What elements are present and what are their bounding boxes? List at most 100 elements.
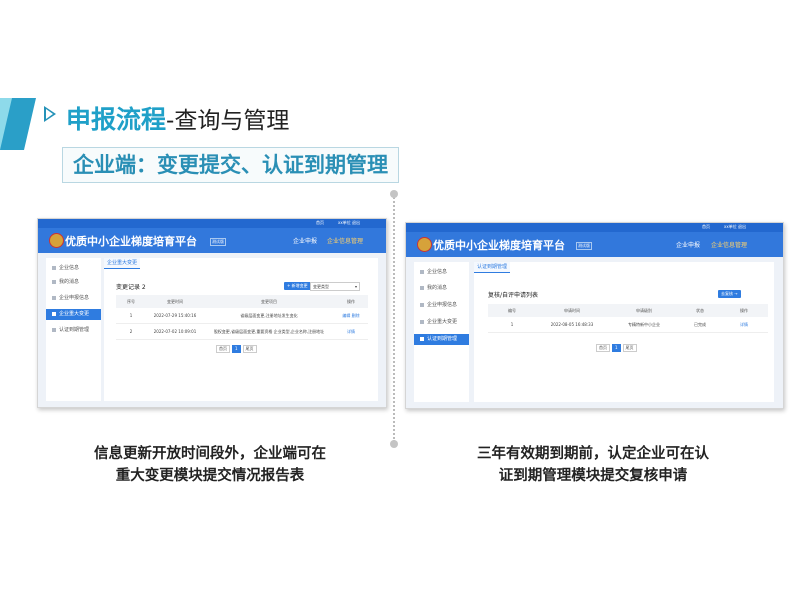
card-title: 变更记录 2 [116, 284, 146, 291]
sidebar-item-declare-info[interactable]: 企业申报信息 [414, 300, 469, 311]
platform-name: 优质中小企业梯度培育平台 [433, 239, 565, 252]
cell-no: 2 [116, 323, 146, 340]
column-header: 操作 [334, 295, 368, 308]
right-screenshot: 首页 xx单位 退出 优质中小企业梯度培育平台 测试版 企业申报 企业信息管理 … [405, 222, 784, 409]
top-bar: 首页 xx单位 退出 [406, 223, 783, 232]
app-body: 企业信息 我的消息 企业申报信息 企业重大变更 认证到期管理 认证到期管理 复核… [406, 257, 783, 408]
right-caption-line2: 证到期管理模块提交复核申请 [498, 468, 688, 484]
delete-link[interactable]: 删除 [352, 313, 360, 318]
table-header-row: 序号 变更时间 变更项目 操作 [116, 295, 368, 308]
card-title: 复核/自评申请列表 [488, 292, 539, 299]
right-caption-line1: 三年有效期到期前，认定企业可在认 [477, 446, 709, 462]
cell-time: 2022-08-05 16:48:33 [536, 317, 608, 333]
version-badge: 测试版 [210, 238, 226, 246]
sidebar-item-major-change[interactable]: 企业重大变更 [414, 317, 469, 328]
table-row: 1 2022-08-05 16:48:33 专精特新中小企业 已完成 详情 [488, 317, 768, 333]
sidebar-item-label: 企业申报信息 [59, 295, 90, 301]
pagination: 首页 1 尾页 [216, 345, 259, 353]
pager-first[interactable]: 首页 [216, 345, 230, 353]
tab-major-change[interactable]: 企业重大变更 [104, 258, 141, 269]
list-icon [420, 302, 424, 307]
pager-current[interactable]: 1 [612, 344, 621, 352]
chevron-down-icon: ▾ [354, 284, 357, 289]
list-icon [52, 295, 56, 300]
nav-enterprise-declare[interactable]: 企业申报 [293, 236, 317, 245]
sidebar-item-label: 企业信息 [59, 265, 80, 271]
nav-enterprise-declare[interactable]: 企业申报 [676, 240, 700, 249]
pager-last[interactable]: 尾页 [242, 345, 257, 353]
sidebar-item-label: 认证到期管理 [59, 327, 90, 333]
table-row: 1 2022-07-29 15:40:16 省级层面变更,注册地址发生变化 编辑… [116, 308, 368, 324]
cell-ops: 详情 [720, 317, 768, 333]
sidebar-item-major-change[interactable]: 企业重大变更 [46, 309, 101, 320]
column-header: 变更项目 [204, 295, 334, 308]
cell-time: 2022-07-29 15:40:16 [146, 308, 204, 324]
slide-subtitle: 企业端：变更提交、认证到期管理 [62, 147, 399, 183]
column-header: 操作 [720, 304, 768, 317]
pager-current[interactable]: 1 [232, 345, 241, 353]
table-header-row: 编号 申请时间 申请级别 状态 操作 [488, 304, 768, 317]
cell-ops: 详情 [334, 323, 368, 340]
sidebar-item-declare-info[interactable]: 企业申报信息 [46, 293, 101, 304]
sidebar: 企业信息 我的消息 企业申报信息 企业重大变更 认证到期管理 [46, 258, 101, 401]
sidebar-item-label: 我的消息 [59, 279, 80, 285]
sidebar-item-label: 认证到期管理 [427, 336, 458, 342]
detail-link[interactable]: 详情 [347, 329, 355, 334]
sidebar-item-info[interactable]: 企业信息 [414, 267, 469, 278]
change-type-select[interactable]: 变更类型 ▾ [310, 282, 360, 291]
add-change-button[interactable]: + 新增变更 [284, 282, 311, 290]
pager-first[interactable]: 首页 [596, 344, 610, 352]
edit-icon [420, 319, 424, 324]
right-caption: 三年有效期到期前，认定企业可在认 证到期管理模块提交复核申请 [423, 443, 763, 487]
doc-icon [420, 269, 424, 274]
review-button[interactable]: 去复核 → [718, 290, 741, 298]
change-table: 序号 变更时间 变更项目 操作 1 2022-07-29 15:40:16 省级… [116, 295, 368, 340]
cell-status: 已完成 [680, 317, 720, 333]
sidebar: 企业信息 我的消息 企业申报信息 企业重大变更 认证到期管理 [414, 262, 469, 402]
sidebar-item-label: 企业重大变更 [427, 319, 458, 325]
nav-enterprise-info[interactable]: 企业信息管理 [327, 236, 363, 245]
edit-icon [52, 311, 56, 316]
left-caption-line1: 信息更新开放时间段外，企业端可在 [94, 446, 326, 462]
sidebar-item-messages[interactable]: 我的消息 [46, 277, 101, 288]
home-link[interactable]: 首页 [316, 220, 324, 226]
column-header: 序号 [116, 295, 146, 308]
user-logout[interactable]: xx单位 退出 [338, 220, 360, 226]
cell-no: 1 [116, 308, 146, 324]
sidebar-item-cert-expiry[interactable]: 认证到期管理 [414, 334, 469, 345]
mail-icon [420, 285, 424, 290]
cell-no: 1 [488, 317, 536, 333]
top-bar: 首页 xx单位 退出 [38, 219, 386, 228]
home-link[interactable]: 首页 [702, 224, 710, 230]
cell-item: 股权变更,省级层面变更,重要资格 企业类型,企业名称,注册地址 [204, 323, 334, 340]
detail-link[interactable]: 详情 [740, 322, 748, 327]
table-row: 2 2022-07-02 10:09:01 股权变更,省级层面变更,重要资格 企… [116, 323, 368, 340]
column-header: 编号 [488, 304, 536, 317]
divider-dot-top [390, 190, 398, 198]
main-panel: 企业重大变更 变更记录 2 + 新增变更 变更类型 ▾ 序号 变更时间 变更项目… [104, 258, 378, 401]
sidebar-item-cert-expiry[interactable]: 认证到期管理 [46, 325, 101, 336]
nav-enterprise-info[interactable]: 企业信息管理 [711, 240, 747, 249]
cell-item: 省级层面变更,注册地址发生变化 [204, 308, 334, 324]
emblem-icon [417, 237, 432, 252]
left-caption-line2: 重大变更模块提交情况报告表 [115, 468, 305, 484]
select-value: 变更类型 [313, 284, 329, 289]
pager-last[interactable]: 尾页 [622, 344, 637, 352]
sidebar-item-label: 企业重大变更 [59, 311, 90, 317]
slide-title-suffix: -查询与管理 [166, 108, 290, 134]
emblem-icon [49, 233, 64, 248]
user-logout[interactable]: xx单位 退出 [724, 224, 746, 230]
app-body: 企业信息 我的消息 企业申报信息 企业重大变更 认证到期管理 企业重大变更 变更… [38, 253, 386, 407]
sidebar-item-label: 我的消息 [427, 285, 448, 291]
tab-cert-expiry[interactable]: 认证到期管理 [474, 262, 511, 273]
column-header: 申请时间 [536, 304, 608, 317]
flag-icon [52, 327, 56, 332]
edit-link[interactable]: 编辑 [342, 313, 350, 318]
flag-icon [420, 336, 424, 341]
vertical-divider [393, 194, 395, 442]
sidebar-item-info[interactable]: 企业信息 [46, 263, 101, 274]
left-caption: 信息更新开放时间段外，企业端可在 重大变更模块提交情况报告表 [40, 443, 380, 487]
pagination: 首页 1 尾页 [596, 344, 639, 352]
sidebar-item-messages[interactable]: 我的消息 [414, 283, 469, 294]
sidebar-item-label: 企业申报信息 [427, 302, 458, 308]
